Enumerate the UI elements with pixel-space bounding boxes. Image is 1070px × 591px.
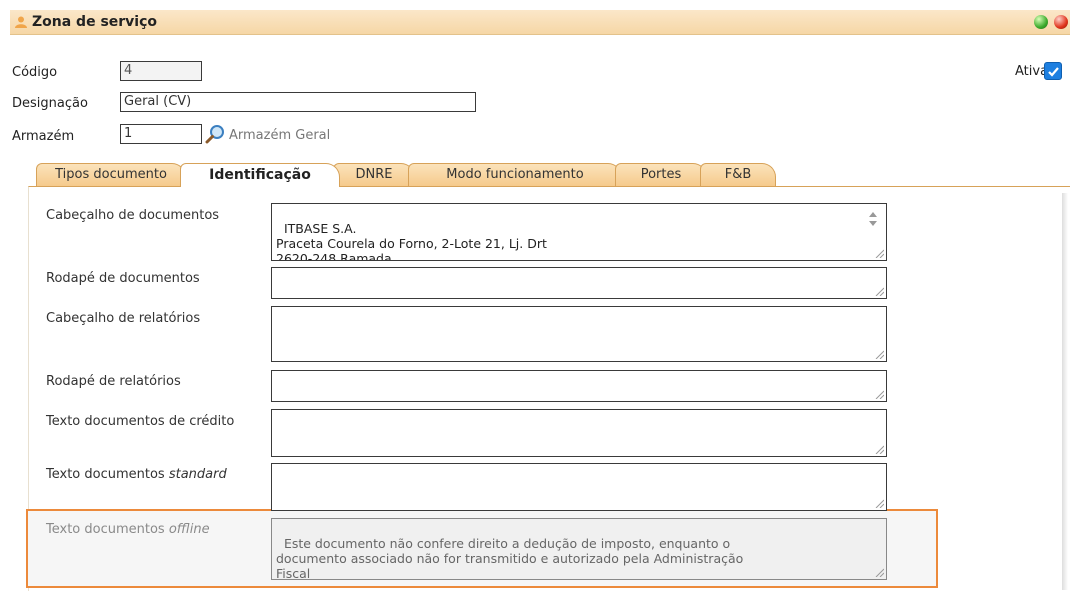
texto-standard-textarea[interactable] <box>271 463 887 511</box>
checkmark-icon <box>1048 67 1059 77</box>
ativa-checkbox[interactable] <box>1044 62 1062 80</box>
cab-documentos-label: Cabeçalho de documentos <box>46 208 220 223</box>
tab-portes[interactable]: Portes <box>615 163 707 187</box>
resize-grip-icon[interactable] <box>874 389 884 399</box>
designacao-field[interactable]: Geral (CV) <box>120 92 476 112</box>
tab-modo-funcionamento[interactable]: Modo funcionamento <box>408 163 622 187</box>
armazem-label: Armazém <box>12 129 75 144</box>
texto-offline-label: Texto documentos offline <box>46 522 210 537</box>
rod-relatorios-textarea[interactable] <box>271 370 887 402</box>
search-icon[interactable] <box>205 124 225 144</box>
resize-grip-icon[interactable] <box>874 349 884 359</box>
texto-offline-text: Este documento não confere direito a ded… <box>276 536 744 580</box>
resize-grip-icon[interactable] <box>874 286 884 296</box>
texto-credito-label: Texto documentos de crédito <box>46 414 235 429</box>
armazem-name-link[interactable]: Armazém Geral <box>229 128 330 143</box>
maximize-button[interactable] <box>1034 15 1048 29</box>
codigo-field[interactable]: 4 <box>120 61 202 81</box>
resize-grip-icon[interactable] <box>874 444 884 454</box>
tab-tipos-documento[interactable]: Tipos documento <box>36 163 186 187</box>
cab-relatorios-textarea[interactable] <box>271 306 887 362</box>
texto-standard-label-em: standard <box>168 467 227 482</box>
resize-grip-icon[interactable] <box>874 498 884 508</box>
armazem-field[interactable]: 1 <box>120 124 202 144</box>
scroll-arrows-icon[interactable] <box>868 210 878 228</box>
texto-standard-label: Texto documentos standard <box>46 467 227 482</box>
codigo-label: Código <box>12 65 58 80</box>
close-button[interactable] <box>1054 15 1068 29</box>
tab-dnre[interactable]: DNRE <box>333 163 415 187</box>
cab-documentos-text: ITBASE S.A. Praceta Courela do Forno, 2-… <box>276 221 547 261</box>
cab-relatorios-label: Cabeçalho de relatórios <box>46 311 201 326</box>
users-icon <box>15 16 27 28</box>
panel-scrollbar-edge <box>1062 193 1068 590</box>
texto-offline-label-em: offline <box>168 522 210 537</box>
window-title: Zona de serviço <box>32 14 158 30</box>
tab-identificacao[interactable]: Identificação <box>180 163 340 187</box>
texto-standard-label-prefix: Texto documentos <box>46 467 169 482</box>
rod-relatorios-label: Rodapé de relatórios <box>46 374 181 389</box>
rod-documentos-label: Rodapé de documentos <box>46 271 200 286</box>
texto-offline-label-prefix: Texto documentos <box>46 522 169 537</box>
resize-grip-icon[interactable] <box>874 567 884 577</box>
texto-offline-textarea[interactable]: Este documento não confere direito a ded… <box>271 518 887 580</box>
window-titlebar: Zona de serviço <box>10 10 1070 35</box>
tab-fb[interactable]: F&B <box>700 163 776 187</box>
designacao-label: Designação <box>12 96 88 111</box>
rod-documentos-textarea[interactable] <box>271 267 887 299</box>
resize-grip-icon[interactable] <box>874 248 884 258</box>
texto-credito-textarea[interactable] <box>271 409 887 457</box>
cab-documentos-textarea[interactable]: ITBASE S.A. Praceta Courela do Forno, 2-… <box>271 203 887 261</box>
